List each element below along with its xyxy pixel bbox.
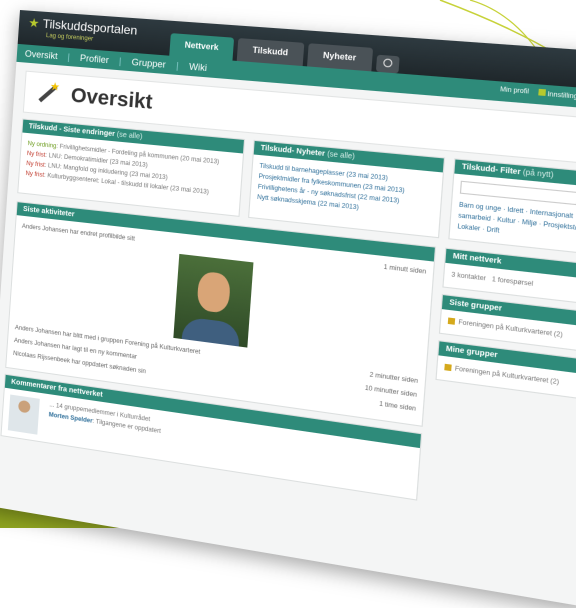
update-status: Ny frist <box>25 161 45 169</box>
nav-wiki[interactable]: Wiki <box>189 61 208 73</box>
star-icon <box>29 18 40 29</box>
filter-panel: Tilskudd- Filter (på nytt) Barn og unge … <box>448 158 576 256</box>
updates-see-all[interactable]: (se alle) <box>117 131 143 141</box>
right-sidebar: Mitt nettverk 3 kontakter 1 forespørsel … <box>432 247 576 451</box>
group-link[interactable]: Foreningen på Kulturkvarteret (2) <box>458 320 563 339</box>
nav-oversikt[interactable]: Oversikt <box>25 49 58 62</box>
nav-separator: | <box>175 60 179 71</box>
news-see-all[interactable]: (se alle) <box>327 151 355 161</box>
app-logo[interactable]: Tilskuddsportalen Lag og foreninger <box>28 17 138 49</box>
updates-panel: Tilskudd - Siste endringer (se alle) Ny … <box>17 118 246 217</box>
page-title: Oversikt <box>70 84 154 114</box>
group-icon <box>447 317 456 326</box>
group-link[interactable]: Foreningen på Kulturkvarteret (2) <box>455 366 560 386</box>
avatar[interactable] <box>7 394 40 435</box>
nav-separator: | <box>118 55 122 67</box>
update-status: Ny frist <box>26 151 46 159</box>
photo-shirt <box>181 316 240 347</box>
magic-wand-icon <box>34 81 59 107</box>
portal-screenshot: Tilskuddsportalen Lag og foreninger Nett… <box>0 10 576 608</box>
nav-profiler[interactable]: Profiler <box>80 53 110 65</box>
requests-link[interactable]: 1 forespørsel <box>492 277 534 288</box>
activity-time: 1 time siden <box>378 401 417 413</box>
settings-label: Innstillinger <box>547 91 576 102</box>
update-status: Ny frist <box>25 170 45 179</box>
profile-photo[interactable] <box>172 253 253 348</box>
settings-icon <box>538 88 546 96</box>
my-profile-link[interactable]: Min profil <box>500 87 529 96</box>
search-icon[interactable] <box>375 54 400 74</box>
contacts-link[interactable]: 3 kontakter <box>451 272 486 282</box>
filter-reset[interactable]: (på nytt) <box>523 169 554 180</box>
my-groups-panel: Mine grupper Foreningen på Kulturkvarter… <box>435 340 576 401</box>
news-panel: Tilskudd- Nyheter (se alle) Tilskudd til… <box>248 139 446 239</box>
group-icon <box>444 364 452 372</box>
nav-separator: | <box>67 51 71 63</box>
user-menu: Min profil Innstillinger <box>500 86 576 104</box>
settings-link[interactable]: Innstillinger <box>538 88 576 102</box>
photo-face <box>195 270 231 314</box>
nav-grupper[interactable]: Grupper <box>131 57 166 70</box>
activity-time: 1 minutt siden <box>383 264 427 276</box>
filter-tag-cloud[interactable]: Barn og unge · Idrett · Internasjonalt s… <box>457 200 576 247</box>
